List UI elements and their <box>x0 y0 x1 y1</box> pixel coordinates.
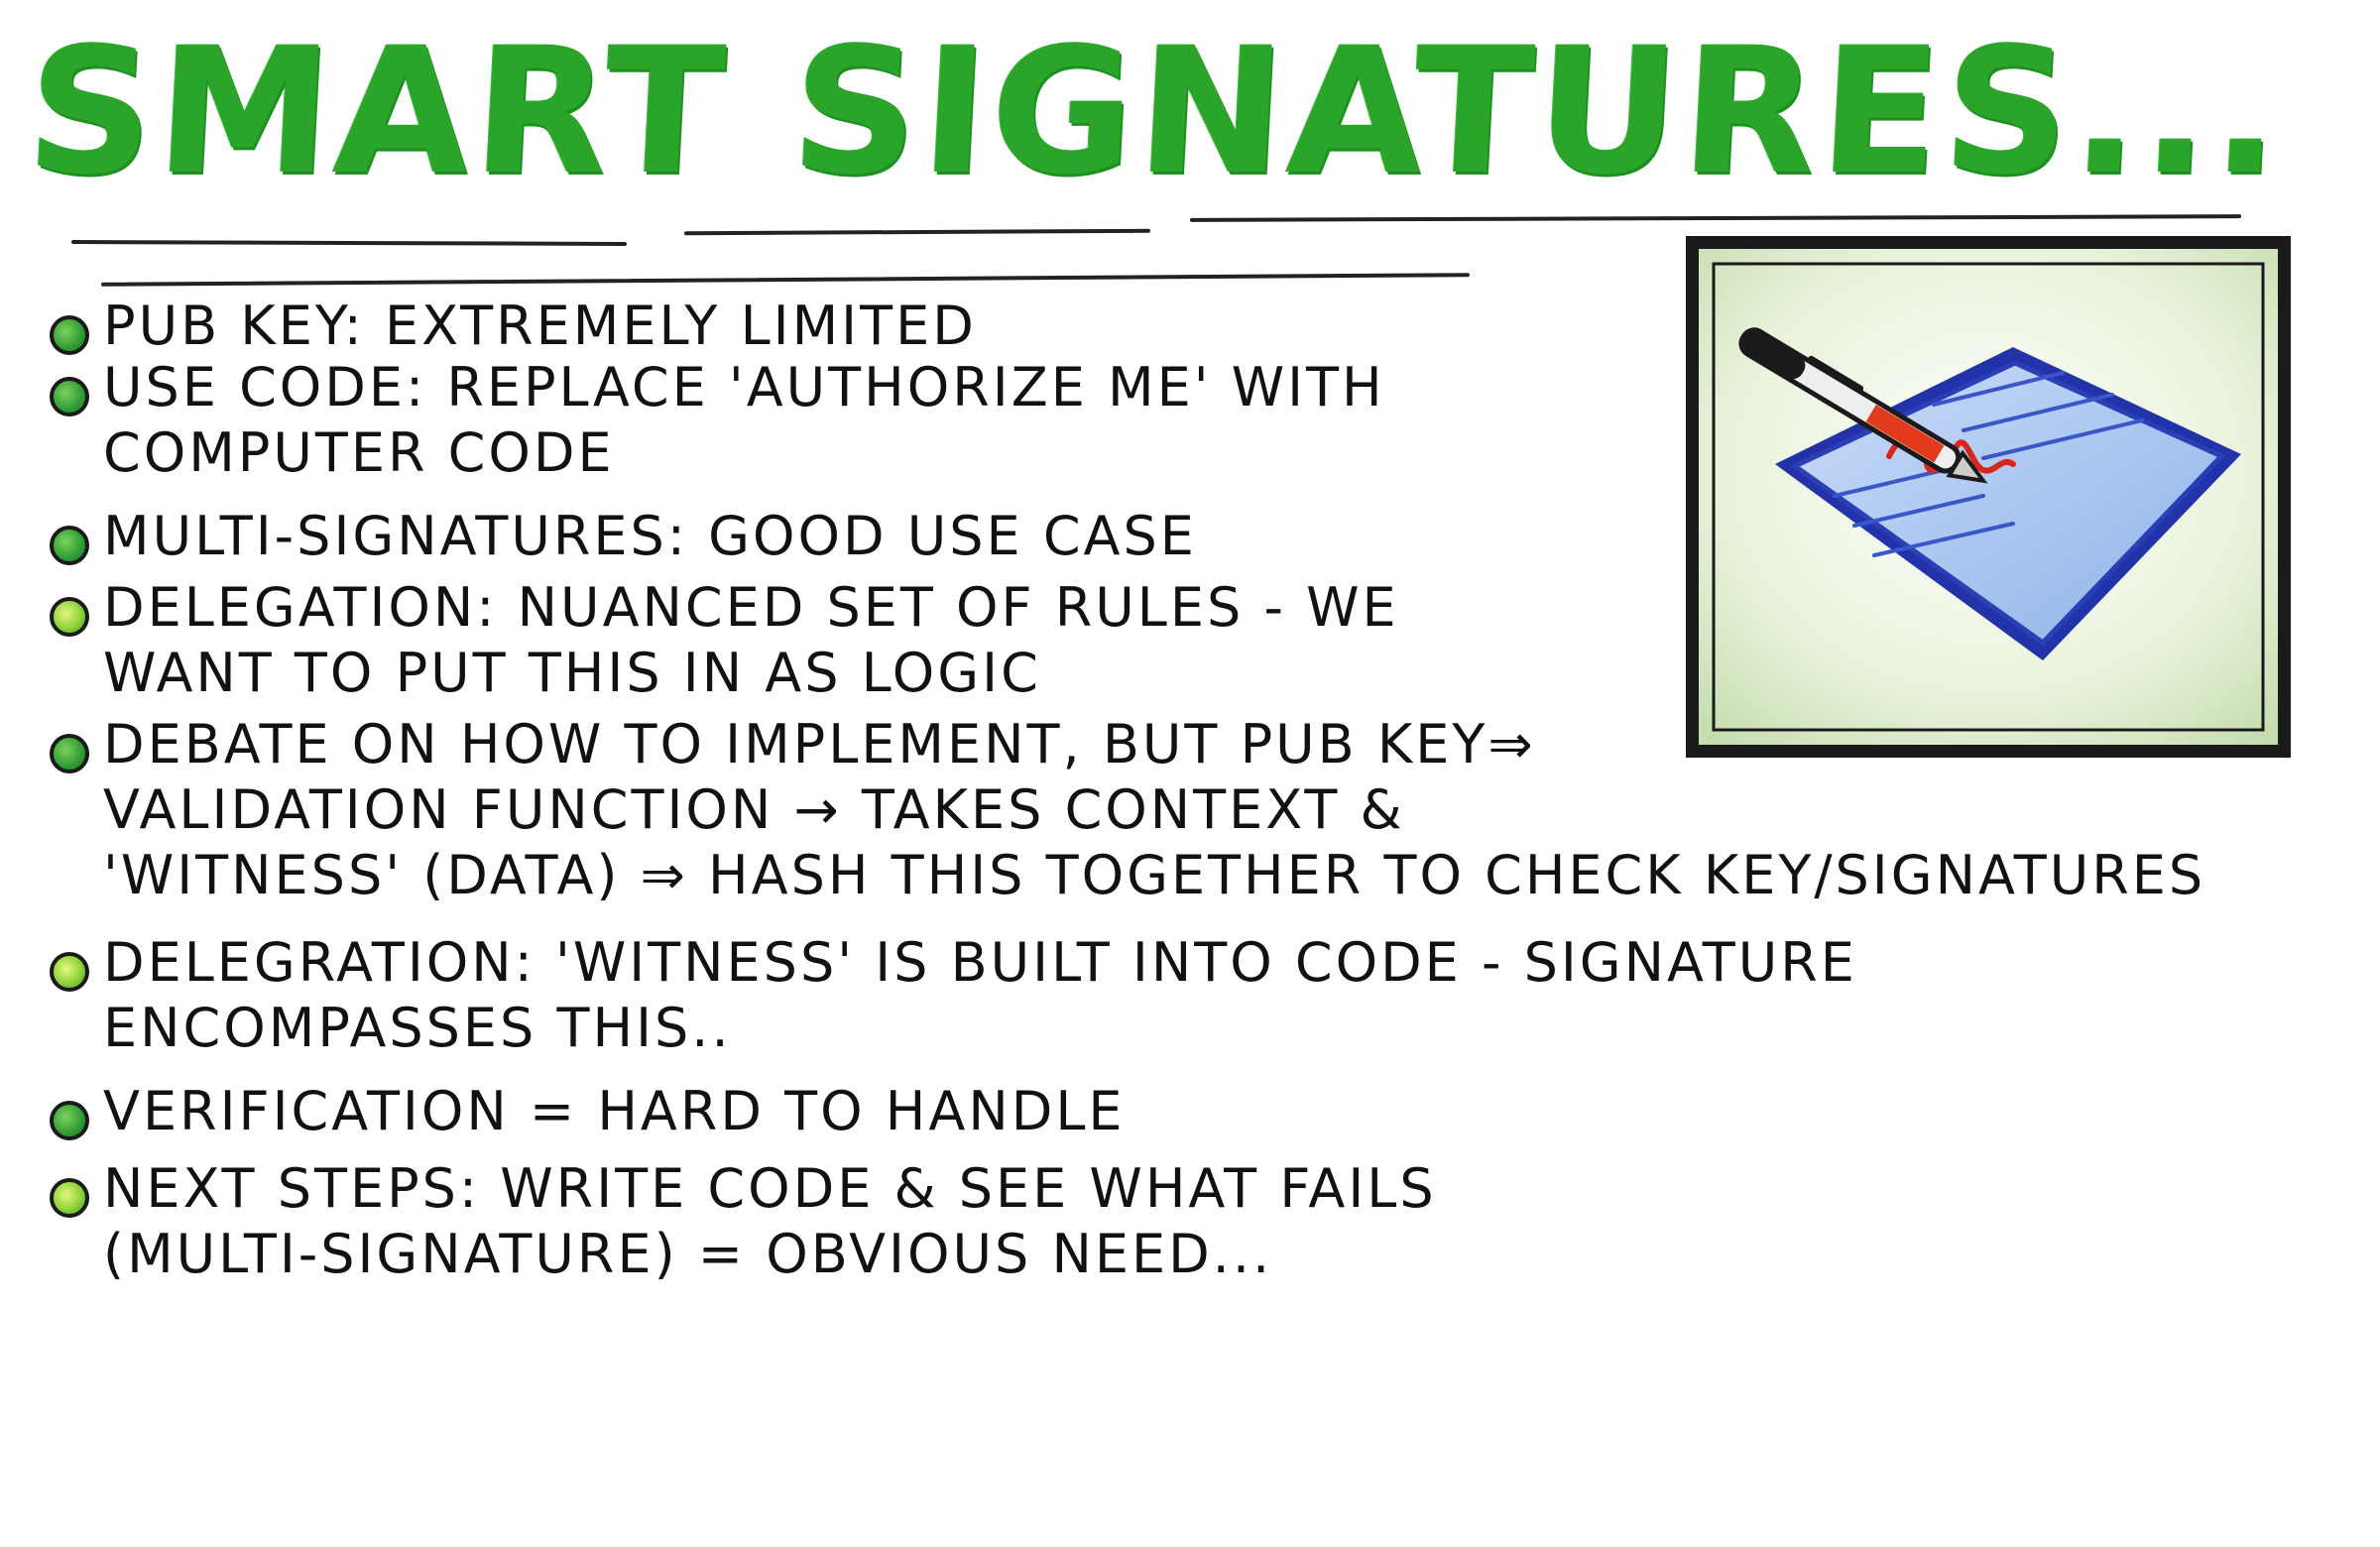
list-item-line: DELEGATION: NUANCED SET OF RULES - WE <box>103 576 1399 639</box>
list-item-line: NEXT STEPS: WRITE CODE & SEE WHAT FAILS <box>103 1157 1437 1220</box>
bullet-dot-icon <box>50 1101 89 1140</box>
list-item: DELEGATION: NUANCED SET OF RULES - WE WA… <box>50 575 1399 706</box>
title-underline-left <box>70 240 628 246</box>
page-title: SMART SIGNATURES... <box>22 10 2291 213</box>
bullet-dot-icon <box>50 377 89 416</box>
bullet-dot-icon <box>50 1178 89 1218</box>
list-item: DELEGRATION: 'WITNESS' IS BUILT INTO COD… <box>50 930 1857 1061</box>
list-item-line: USE CODE: REPLACE 'AUTHORIZE ME' WITH <box>103 356 1385 418</box>
list-item-line: ENCOMPASSES THIS.. <box>103 997 732 1059</box>
document-pen-signature-icon <box>1686 236 2291 758</box>
bullet-dot-icon <box>50 526 89 565</box>
list-item: USE CODE: REPLACE 'AUTHORIZE ME' WITH CO… <box>50 355 1385 486</box>
bullet-dot-icon <box>50 315 89 355</box>
list-item-line: COMPUTER CODE <box>103 421 615 484</box>
list-item-line: MULTI-SIGNATURES: GOOD USE CASE <box>103 505 1197 567</box>
list-item-line: VALIDATION FUNCTION → TAKES CONTEXT & <box>103 778 1405 841</box>
list-item: VERIFICATION = HARD TO HANDLE <box>50 1079 1126 1144</box>
list-item-line: VERIFICATION = HARD TO HANDLE <box>103 1080 1126 1142</box>
title-underline-middle <box>683 228 1151 236</box>
bullet-dot-icon <box>50 734 89 774</box>
bullet-dot-icon <box>50 597 89 637</box>
list-item: NEXT STEPS: WRITE CODE & SEE WHAT FAILS … <box>50 1156 1437 1287</box>
list-item-line: WANT TO PUT THIS IN AS LOGIC <box>103 642 1041 704</box>
title-underline-lower <box>101 273 1470 287</box>
list-item-line: DELEGRATION: 'WITNESS' IS BUILT INTO COD… <box>103 931 1857 994</box>
list-item-line: 'WITNESS' (DATA) ⇒ HASH THIS TOGETHER TO… <box>103 844 2206 906</box>
list-item-line: (MULTI-SIGNATURE) = OBVIOUS NEED... <box>103 1223 1273 1285</box>
list-item-line: PUB KEY: EXTREMELY LIMITED <box>103 295 977 357</box>
list-item: PUB KEY: EXTREMELY LIMITED <box>50 294 977 359</box>
bullet-dot-icon <box>50 952 89 992</box>
list-item: MULTI-SIGNATURES: GOOD USE CASE <box>50 504 1197 569</box>
